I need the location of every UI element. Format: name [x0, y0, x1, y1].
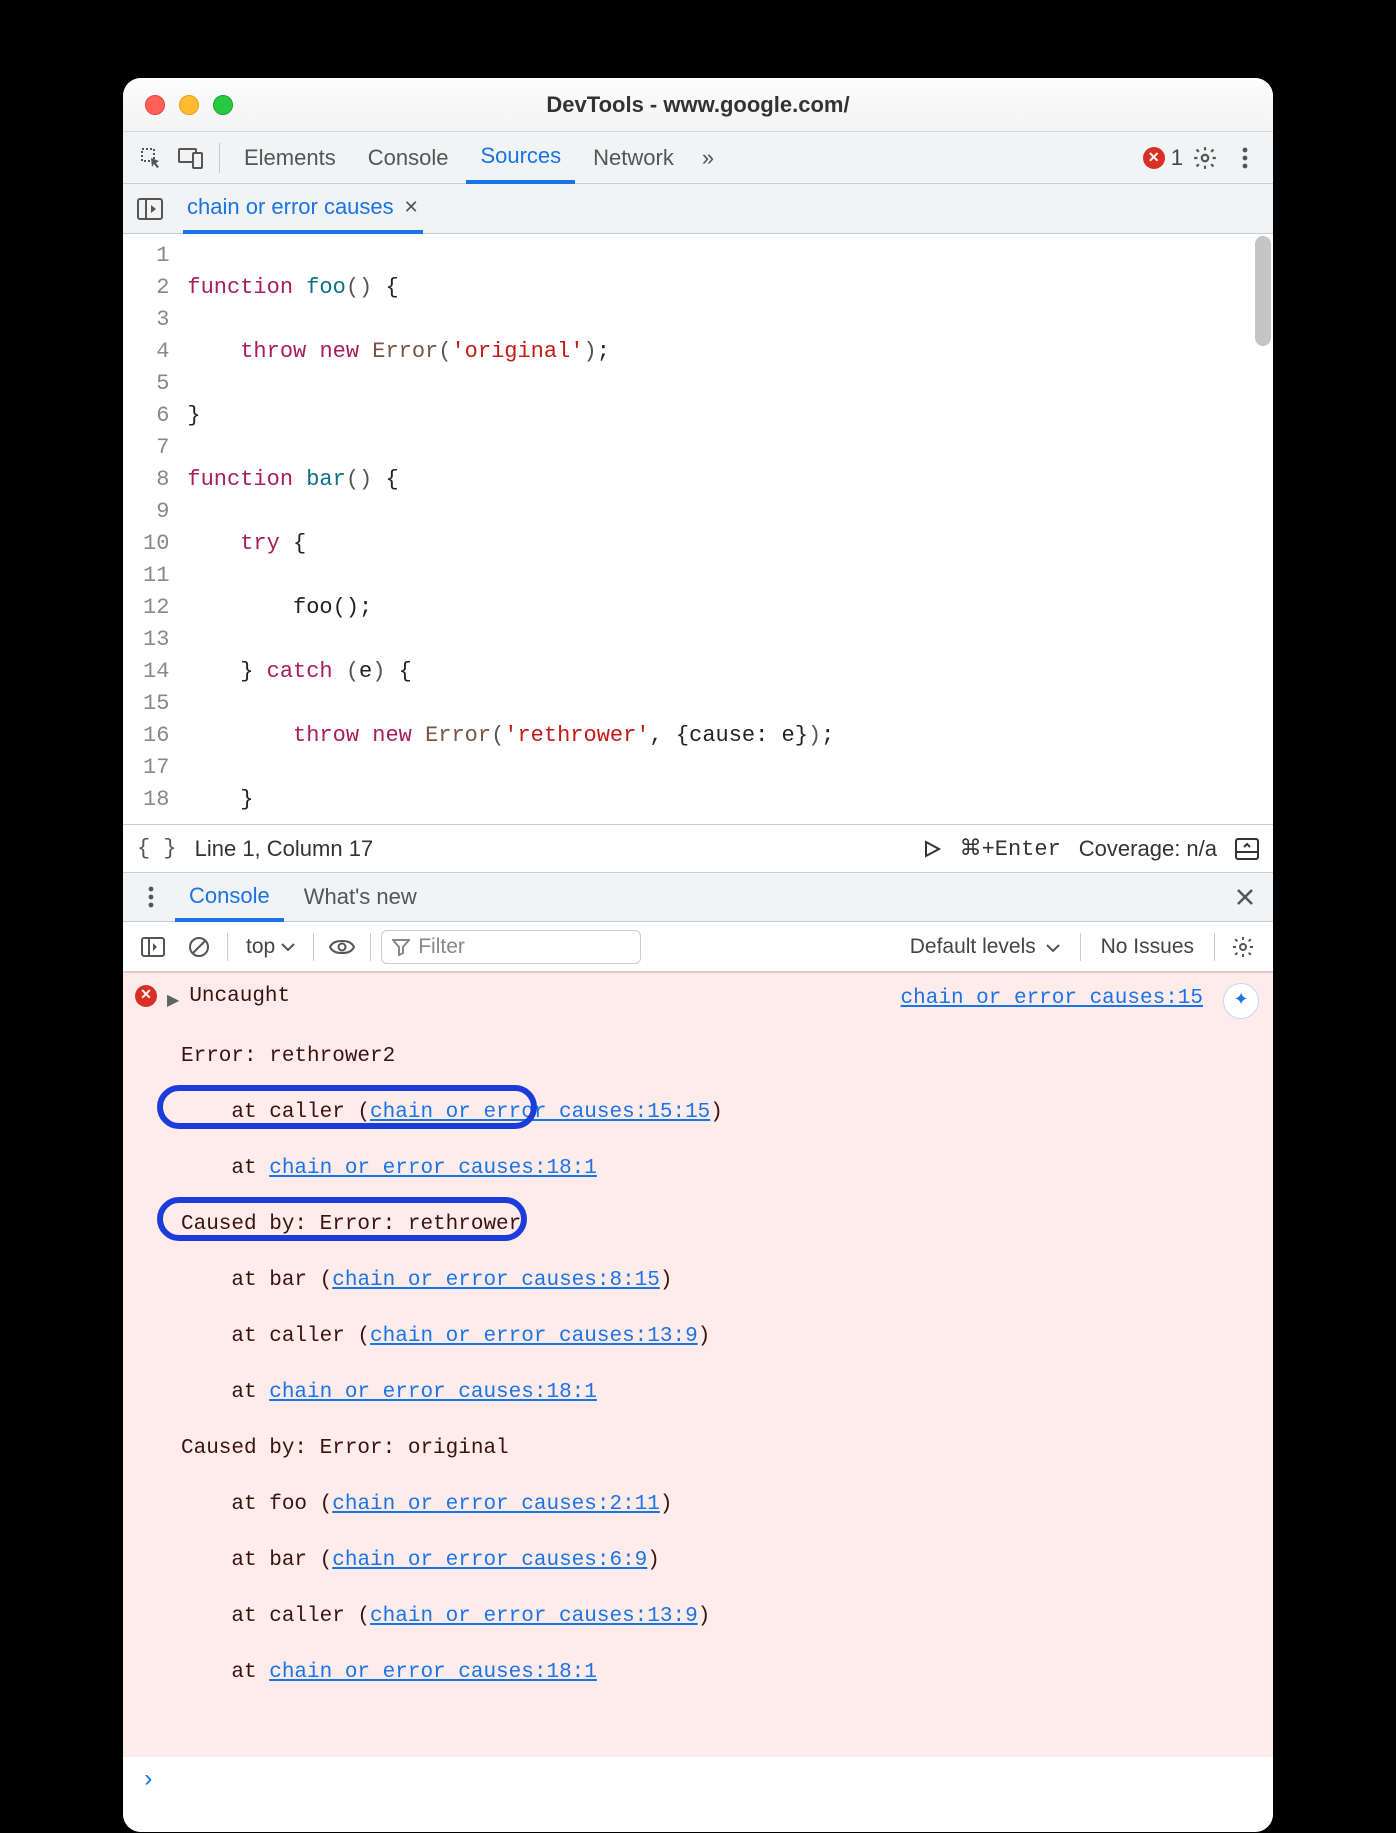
funnel-icon [392, 938, 410, 956]
console-sidebar-toggle-icon[interactable] [135, 929, 171, 965]
stack-link[interactable]: chain or error causes:18:1 [269, 1157, 597, 1180]
drawer-tab-strip: Console What's new [123, 872, 1273, 922]
panel-tabs-overflow[interactable]: » [692, 139, 724, 177]
file-tab[interactable]: chain or error causes ✕ [183, 185, 423, 234]
filter-placeholder: Filter [418, 935, 465, 959]
console-filter-input[interactable]: Filter [381, 930, 641, 964]
expand-error-icon[interactable]: ▶ [167, 987, 179, 1015]
stack-link[interactable]: chain or error causes:15:15 [370, 1101, 710, 1124]
stack-trace: Error: rethrower2 at caller (chain or er… [181, 1015, 1257, 1743]
panel-tab-sources[interactable]: Sources [466, 133, 575, 184]
drawer-tab-whatsnew[interactable]: What's new [290, 873, 431, 921]
issues-label[interactable]: No Issues [1091, 931, 1204, 963]
stack-link[interactable]: chain or error causes:13:9 [370, 1605, 698, 1628]
stack-link[interactable]: chain or error causes:8:15 [332, 1269, 660, 1292]
window-titlebar: DevTools - www.google.com/ [123, 78, 1273, 132]
file-tab-label: chain or error causes [187, 194, 394, 220]
coverage-label: Coverage: n/a [1079, 836, 1217, 862]
devtools-window: DevTools - www.google.com/ Elements Cons… [123, 78, 1273, 1832]
drawer-kebab-icon[interactable] [133, 879, 169, 915]
error-count-value: 1 [1171, 145, 1183, 171]
code-editor[interactable]: 123 456 789 101112 131415 161718 functio… [123, 234, 1273, 824]
panel-tab-console[interactable]: Console [354, 132, 463, 183]
panel-tab-elements[interactable]: Elements [230, 132, 350, 183]
stack-link[interactable]: chain or error causes:6:9 [332, 1549, 647, 1572]
clear-console-icon[interactable] [181, 929, 217, 965]
console-prompt[interactable]: › [123, 1757, 1273, 1804]
chevron-down-icon [281, 942, 295, 952]
panel-tab-network[interactable]: Network [579, 132, 688, 183]
log-levels-selector[interactable]: Default levels [900, 931, 1070, 963]
live-expression-icon[interactable] [324, 929, 360, 965]
context-label: top [246, 935, 275, 959]
stack-link[interactable]: chain or error causes:18:1 [269, 1661, 597, 1684]
code-content[interactable]: function foo() { throw new Error('origin… [183, 234, 889, 824]
error-icon: ✕ [135, 985, 157, 1007]
uncaught-label: Uncaught [189, 983, 290, 1011]
stack-link[interactable]: chain or error causes:13:9 [370, 1325, 698, 1348]
file-tab-strip: chain or error causes ✕ [123, 184, 1273, 234]
window-controls [145, 95, 233, 115]
console-error-entry[interactable]: chain or error causes:15 ✦ ✕ ▶ Uncaught … [123, 972, 1273, 1757]
stack-link[interactable]: chain or error causes:18:1 [269, 1381, 597, 1404]
console-output: chain or error causes:15 ✦ ✕ ▶ Uncaught … [123, 972, 1273, 1804]
show-navigator-icon[interactable] [133, 192, 167, 226]
console-filter-bar: top Filter Default levels No Issues [123, 922, 1273, 972]
cursor-position: Line 1, Column 17 [195, 836, 374, 862]
drawer-tab-console[interactable]: Console [175, 874, 284, 922]
chevron-down-icon [1046, 943, 1060, 953]
editor-status-bar: { } Line 1, Column 17 ⌘+Enter Coverage: … [123, 824, 1273, 872]
settings-icon[interactable] [1187, 140, 1223, 176]
zoom-window-button[interactable] [213, 95, 233, 115]
prompt-chevron-icon: › [141, 1767, 155, 1794]
run-snippet-icon[interactable] [922, 839, 942, 859]
line-gutter: 123 456 789 101112 131415 161718 [123, 234, 183, 824]
error-icon: ✕ [1143, 147, 1165, 169]
close-drawer-icon[interactable] [1227, 879, 1263, 915]
console-settings-icon[interactable] [1225, 929, 1261, 965]
device-toolbar-icon[interactable] [173, 140, 209, 176]
close-window-button[interactable] [145, 95, 165, 115]
window-title: DevTools - www.google.com/ [123, 92, 1273, 118]
error-source-link[interactable]: chain or error causes:15 [901, 985, 1203, 1013]
toggle-bottom-panel-icon[interactable] [1235, 838, 1259, 860]
inspect-element-icon[interactable] [133, 140, 169, 176]
ai-explain-icon[interactable]: ✦ [1223, 983, 1259, 1019]
kebab-menu-icon[interactable] [1227, 140, 1263, 176]
error-count-badge[interactable]: ✕ 1 [1143, 145, 1183, 171]
execution-context-selector[interactable]: top [238, 931, 303, 963]
run-shortcut-label: ⌘+Enter [960, 836, 1061, 862]
editor-scrollbar[interactable] [1255, 236, 1271, 346]
close-file-tab-icon[interactable]: ✕ [404, 197, 419, 218]
minimize-window-button[interactable] [179, 95, 199, 115]
pretty-print-icon[interactable]: { } [137, 836, 177, 861]
stack-link[interactable]: chain or error causes:2:11 [332, 1493, 660, 1516]
main-toolbar: Elements Console Sources Network » ✕ 1 [123, 132, 1273, 184]
